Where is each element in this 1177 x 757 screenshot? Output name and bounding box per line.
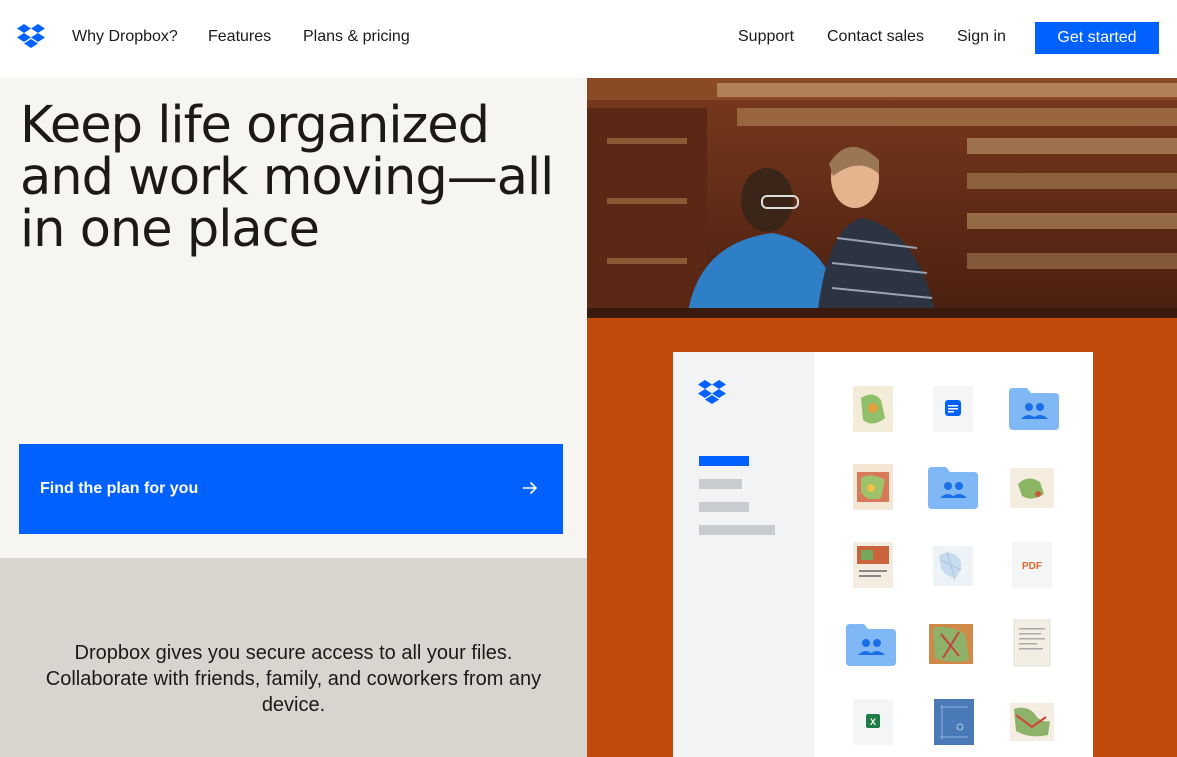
shared-folder-icon: [1009, 388, 1059, 430]
document-thumbnail-icon: [1013, 619, 1051, 667]
hero-section: Keep life organized and work moving—all …: [0, 78, 587, 558]
nav-why-dropbox[interactable]: Why Dropbox?: [72, 28, 178, 46]
sidebar-bar: [699, 479, 742, 489]
nav-contact-sales[interactable]: Contact sales: [827, 28, 924, 46]
library-photo-icon: [587, 78, 1177, 318]
dropbox-logo-icon: [698, 380, 726, 404]
find-plan-label: Find the plan for you: [40, 480, 199, 497]
nav-plans-pricing[interactable]: Plans & pricing: [303, 28, 410, 46]
product-illustration: PDF X: [587, 318, 1177, 757]
map-thumbnail-icon: [853, 542, 893, 588]
nav-features[interactable]: Features: [208, 28, 271, 46]
arrow-right-icon: [523, 481, 538, 495]
shared-folder-icon: [928, 467, 978, 509]
svg-text:PDF: PDF: [1022, 561, 1042, 572]
map-thumbnail-icon: [933, 546, 973, 586]
get-started-button[interactable]: Get started: [1035, 22, 1159, 54]
map-thumbnail-icon: [929, 624, 973, 664]
dropbox-logo-icon[interactable]: [16, 24, 46, 50]
pdf-file-icon: PDF: [1012, 542, 1052, 588]
xlsx-file-icon: X: [853, 699, 893, 745]
doc-icon: [933, 386, 973, 432]
blueprint-thumbnail-icon: [934, 699, 974, 745]
top-nav: Why Dropbox? Features Plans & pricing Su…: [0, 0, 1177, 78]
map-thumbnail-icon: [1010, 703, 1054, 741]
hero-description-section: Dropbox gives you secure access to all y…: [0, 558, 587, 757]
app-mockup: PDF X: [673, 352, 1093, 757]
nav-support[interactable]: Support: [738, 28, 794, 46]
map-thumbnail-icon: [853, 386, 893, 432]
map-thumbnail-icon: [1010, 468, 1054, 508]
find-plan-button[interactable]: Find the plan for you: [19, 444, 563, 534]
hero-description: Dropbox gives you secure access to all y…: [45, 642, 542, 716]
svg-text:X: X: [870, 717, 876, 727]
shared-folder-icon: [846, 624, 896, 666]
sidebar-bar-active: [699, 456, 749, 466]
map-thumbnail-icon: [853, 464, 893, 510]
sidebar-bar: [699, 525, 775, 535]
app-sidebar: [673, 352, 814, 757]
hero-photo: [587, 78, 1177, 318]
sidebar-bar: [699, 502, 749, 512]
nav-sign-in[interactable]: Sign in: [957, 28, 1006, 46]
hero-headline: Keep life organized and work moving—all …: [20, 96, 554, 259]
